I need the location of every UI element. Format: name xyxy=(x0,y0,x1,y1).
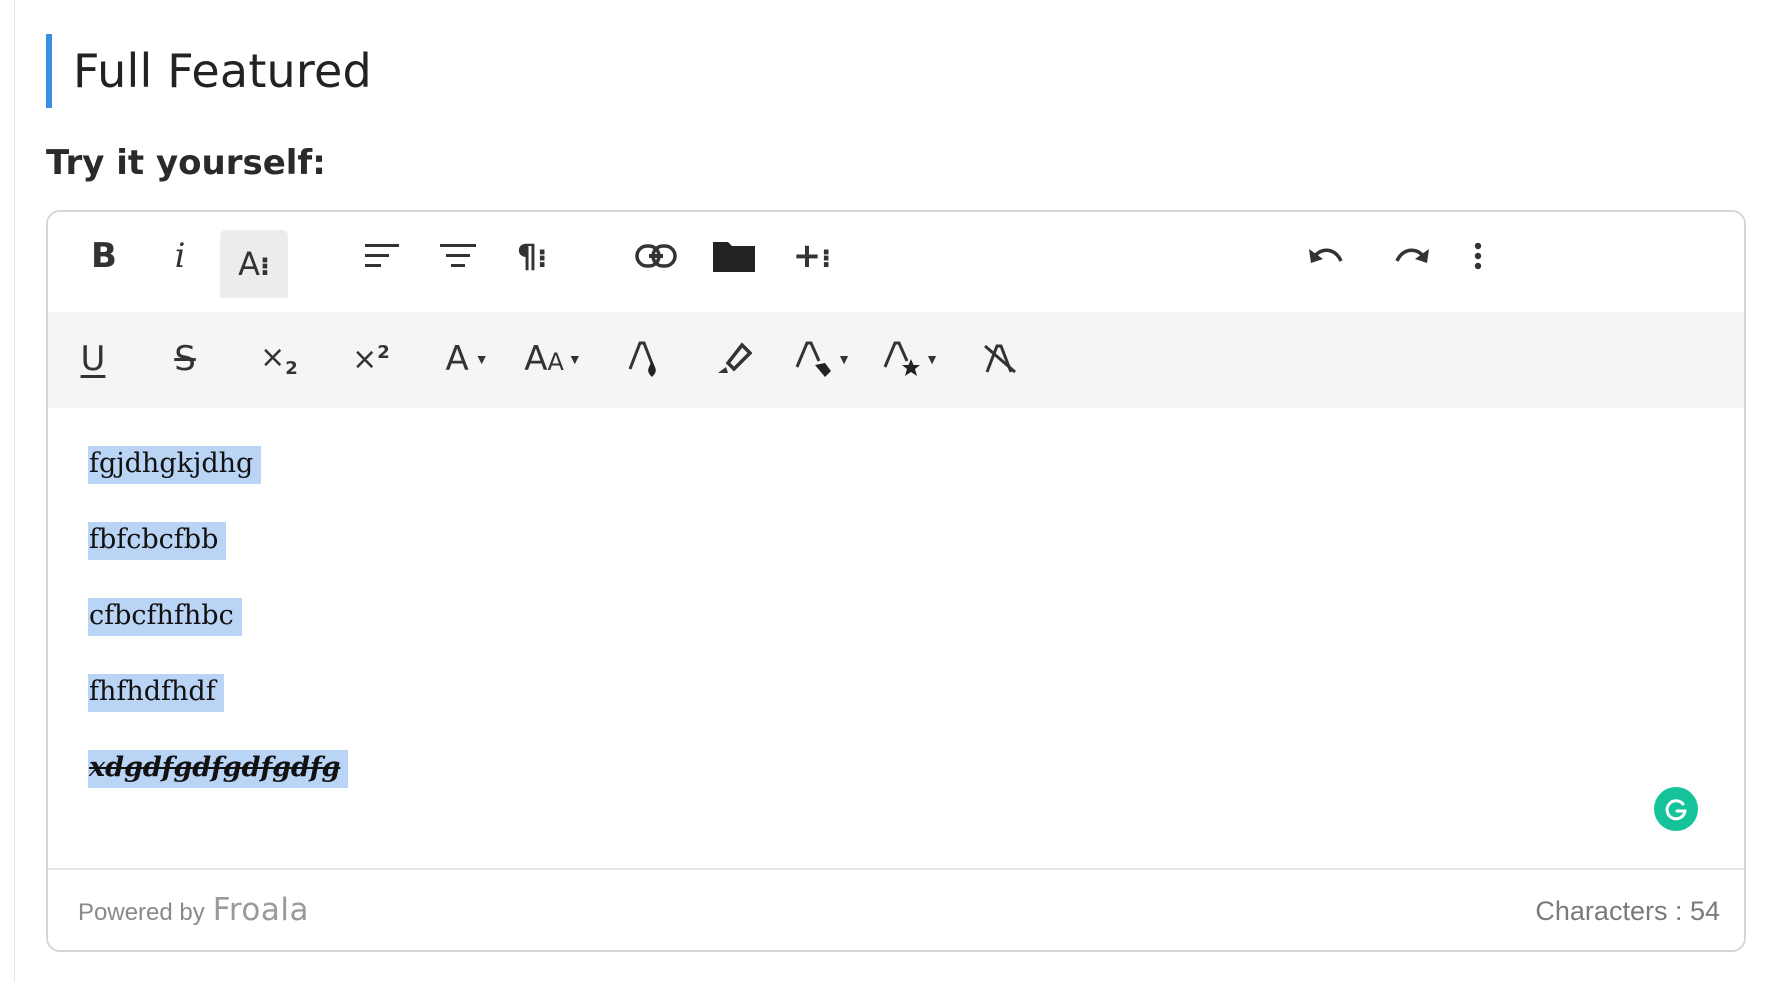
superscript-icon: ×2 xyxy=(352,341,390,377)
page-left-rule xyxy=(14,0,15,982)
align-center-button[interactable] xyxy=(428,226,488,286)
redo-button[interactable] xyxy=(1382,226,1442,286)
editor-footer: Powered by Froala Characters : 54 xyxy=(48,868,1744,950)
grammarly-button[interactable] xyxy=(1654,787,1698,831)
more-options-icon xyxy=(1474,242,1482,270)
selected-text: xdgdfgdfgdfgdfg xyxy=(88,750,349,789)
editor-paragraph[interactable]: fbfcbcfbb xyxy=(88,522,1704,598)
editor-paragraph[interactable]: fgjdhgkjdhg xyxy=(88,446,1704,522)
undo-button[interactable] xyxy=(1296,226,1356,286)
folder-icon xyxy=(713,242,755,272)
page-title: Full Featured xyxy=(73,44,372,98)
inline-class-icon xyxy=(795,341,832,377)
editor-paragraph[interactable]: fhfhdfhdf xyxy=(88,674,1704,750)
more-options-button[interactable] xyxy=(1448,226,1508,286)
text-format-menu-button[interactable]: A⁝ xyxy=(220,230,288,298)
superscript-button[interactable]: ×2 xyxy=(340,328,402,390)
section-heading: Full Featured xyxy=(46,34,372,108)
inline-style-dropdown[interactable]: ▼ xyxy=(872,328,950,390)
redo-icon xyxy=(1395,248,1429,263)
toolbar-text-format: U S ×2 ×2 A ▼ AA ▼ ▼ ▼ xyxy=(48,312,1744,408)
paragraph-menu-icon: ¶⁝ xyxy=(516,237,548,275)
toolbar-main: B i A⁝ ¶⁝ +⁝ xyxy=(48,212,1744,312)
underline-icon: U xyxy=(80,339,106,379)
insert-link-icon xyxy=(635,244,677,268)
undo-icon xyxy=(1309,248,1343,263)
selected-text: fgjdhgkjdhg xyxy=(88,446,262,485)
powered-by[interactable]: Powered by Froala xyxy=(78,892,309,928)
clear-formatting-icon xyxy=(984,344,1016,374)
editor-content-area[interactable]: fgjdhgkjdhg fbfcbcfbb cfbcfhfhbc fhfhdfh… xyxy=(48,408,1744,872)
font-family-dropdown[interactable]: A ▼ xyxy=(432,328,502,390)
grammarly-icon xyxy=(1665,799,1687,821)
editor-paragraph[interactable]: cfbcfhfhbc xyxy=(88,598,1704,674)
selected-text: fbfcbcfbb xyxy=(88,522,227,561)
clear-formatting-button[interactable] xyxy=(970,328,1032,390)
text-color-button[interactable] xyxy=(614,328,676,390)
background-color-button[interactable] xyxy=(702,328,764,390)
bold-button[interactable]: B xyxy=(74,226,134,286)
align-left-icon xyxy=(365,244,399,267)
align-left-button[interactable] xyxy=(353,226,413,286)
insert-more-button[interactable]: +⁝ xyxy=(782,226,842,286)
subscript-icon: ×2 xyxy=(260,339,298,379)
insert-link-button[interactable] xyxy=(626,226,686,286)
align-center-icon xyxy=(440,244,476,267)
subscript-button[interactable]: ×2 xyxy=(248,328,310,390)
italic-icon: i xyxy=(174,236,186,276)
underline-button[interactable]: U xyxy=(62,328,124,390)
inline-style-icon xyxy=(883,341,921,376)
dropdown-caret-icon: ▼ xyxy=(925,351,939,367)
strikethrough-icon: S xyxy=(174,339,196,379)
powered-by-label: Powered by xyxy=(78,899,205,926)
editor-paragraph[interactable]: xdgdfgdfgdfgdfg xyxy=(88,750,1704,826)
italic-button[interactable]: i xyxy=(150,226,210,286)
text-format-menu-icon: A⁝ xyxy=(238,245,270,283)
font-size-icon: AA xyxy=(524,339,564,379)
page-subtitle: Try it yourself: xyxy=(46,143,326,183)
background-color-icon xyxy=(718,342,752,373)
dropdown-caret-icon: ▼ xyxy=(837,351,851,367)
font-size-dropdown[interactable]: AA ▼ xyxy=(518,328,588,390)
selected-text: cfbcfhfhbc xyxy=(88,598,242,637)
inline-class-dropdown[interactable]: ▼ xyxy=(784,328,862,390)
text-color-icon xyxy=(628,341,656,377)
bold-icon: B xyxy=(91,236,117,276)
rich-text-editor: B i A⁝ ¶⁝ +⁝ U S ×2 ×2 A ▼ AA ▼ ▼ ▼ fgjd… xyxy=(46,210,1746,952)
insert-more-icon: +⁝ xyxy=(792,236,832,276)
dropdown-caret-icon: ▼ xyxy=(474,351,489,367)
strikethrough-button[interactable]: S xyxy=(154,328,216,390)
froala-logo: Froala xyxy=(212,892,309,928)
character-count: Characters : 54 xyxy=(1535,896,1720,926)
paragraph-menu-button[interactable]: ¶⁝ xyxy=(502,226,562,286)
selected-text: fhfhdfhdf xyxy=(88,674,224,713)
insert-file-button[interactable] xyxy=(704,226,764,286)
font-family-icon: A xyxy=(445,339,469,379)
dropdown-caret-icon: ▼ xyxy=(567,351,582,367)
